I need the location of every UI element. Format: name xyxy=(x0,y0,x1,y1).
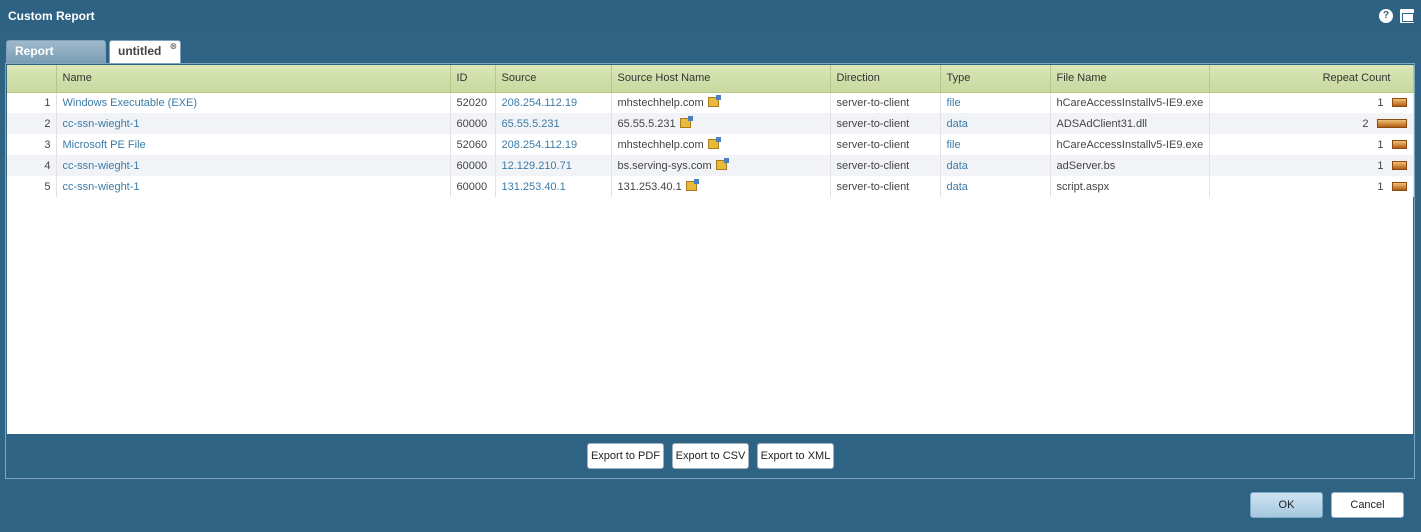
report-grid: Name ID Source Source Host Name Directio… xyxy=(7,65,1414,434)
source-host-text: mhstechhelp.com xyxy=(617,96,704,109)
cell-source-host: bs.serving-sys.com xyxy=(611,155,831,176)
repeat-count-bar xyxy=(1391,161,1407,171)
cell-file-name: hCareAccessInstallv5-IE9.exe xyxy=(1050,134,1210,155)
repeat-count-value: 1 xyxy=(1377,96,1384,109)
cell-repeat-count: 2 xyxy=(1209,113,1414,134)
cancel-button[interactable]: Cancel xyxy=(1331,492,1404,518)
repeat-count-value: 1 xyxy=(1377,138,1384,151)
cell-file-name: hCareAccessInstallv5-IE9.exe xyxy=(1050,92,1210,113)
help-icon[interactable]: ? xyxy=(1379,9,1393,23)
window-title: Custom Report xyxy=(8,9,95,23)
report-panel: Name ID Source Source Host Name Directio… xyxy=(5,63,1415,479)
table-body: 1 Windows Executable (EXE) 52020 208.254… xyxy=(7,92,1414,197)
ok-button[interactable]: OK xyxy=(1250,492,1323,518)
cell-type[interactable]: data xyxy=(940,155,1051,176)
repeat-count-bar xyxy=(1376,119,1407,129)
table-row[interactable]: 1 Windows Executable (EXE) 52020 208.254… xyxy=(7,92,1414,113)
external-link-icon[interactable] xyxy=(715,157,729,170)
cell-source-host: 131.253.40.1 xyxy=(611,176,831,197)
repeat-count-value: 2 xyxy=(1362,117,1369,130)
cell-type[interactable]: file xyxy=(940,134,1051,155)
export-xml-button[interactable]: Export to XML xyxy=(757,443,834,469)
cell-name[interactable]: cc-ssn-wieght-1 xyxy=(56,113,451,134)
cell-id: 60000 xyxy=(450,176,496,197)
cell-id: 52060 xyxy=(450,134,496,155)
table-row[interactable]: 2 cc-ssn-wieght-1 60000 65.55.5.231 65.5… xyxy=(7,113,1414,134)
column-header-id[interactable]: ID xyxy=(450,65,496,93)
cell-source[interactable]: 131.253.40.1 xyxy=(495,176,612,197)
column-header-num[interactable] xyxy=(7,65,57,93)
cell-direction: server-to-client xyxy=(830,113,941,134)
external-link-icon[interactable] xyxy=(707,94,721,107)
cell-repeat-count: 1 xyxy=(1209,134,1414,155)
cell-source-host: 65.55.5.231 xyxy=(611,113,831,134)
cell-file-name: script.aspx xyxy=(1050,176,1210,197)
cell-id: 52020 xyxy=(450,92,496,113)
column-header-repeat-count[interactable]: Repeat Count xyxy=(1209,65,1414,93)
source-host-text: 131.253.40.1 xyxy=(617,180,682,193)
cell-name[interactable]: cc-ssn-wieght-1 xyxy=(56,155,451,176)
external-link-icon[interactable] xyxy=(679,115,693,128)
title-bar: Custom Report ? xyxy=(0,0,1421,32)
source-host-text: 65.55.5.231 xyxy=(617,117,676,130)
cell-direction: server-to-client xyxy=(830,155,941,176)
export-csv-button[interactable]: Export to CSV xyxy=(672,443,749,469)
repeat-count-bar xyxy=(1391,140,1407,150)
cell-num: 1 xyxy=(7,92,57,113)
column-header-file-name[interactable]: File Name xyxy=(1050,65,1210,93)
maximize-icon[interactable] xyxy=(1400,9,1414,23)
table-row[interactable]: 4 cc-ssn-wieght-1 60000 12.129.210.71 bs… xyxy=(7,155,1414,176)
repeat-count-bar xyxy=(1391,98,1407,108)
source-host-text: bs.serving-sys.com xyxy=(617,159,712,172)
cell-direction: server-to-client xyxy=(830,134,941,155)
column-header-direction[interactable]: Direction xyxy=(830,65,941,93)
cell-direction: server-to-client xyxy=(830,92,941,113)
source-host-text: mhstechhelp.com xyxy=(617,138,704,151)
repeat-count-value: 1 xyxy=(1377,180,1384,193)
cell-repeat-count: 1 xyxy=(1209,176,1414,197)
cell-num: 5 xyxy=(7,176,57,197)
tab-untitled[interactable]: untitled ⊗ xyxy=(109,40,181,63)
cell-repeat-count: 1 xyxy=(1209,155,1414,176)
cell-name[interactable]: Microsoft PE File xyxy=(56,134,451,155)
repeat-count-bar xyxy=(1391,182,1407,192)
cell-type[interactable]: data xyxy=(940,176,1051,197)
cell-source[interactable]: 12.129.210.71 xyxy=(495,155,612,176)
cell-type[interactable]: file xyxy=(940,92,1051,113)
external-link-icon[interactable] xyxy=(707,136,721,149)
cell-num: 4 xyxy=(7,155,57,176)
column-header-type[interactable]: Type xyxy=(940,65,1051,93)
cell-source[interactable]: 208.254.112.19 xyxy=(495,134,612,155)
cell-id: 60000 xyxy=(450,155,496,176)
tab-label: untitled xyxy=(118,44,162,58)
repeat-count-value: 1 xyxy=(1377,159,1384,172)
cell-name[interactable]: cc-ssn-wieght-1 xyxy=(56,176,451,197)
cell-repeat-count: 1 xyxy=(1209,92,1414,113)
close-icon[interactable]: ⊗ xyxy=(169,41,177,52)
table-header-row: Name ID Source Source Host Name Directio… xyxy=(7,65,1414,93)
export-pdf-button[interactable]: Export to PDF xyxy=(587,443,664,469)
cell-type[interactable]: data xyxy=(940,113,1051,134)
tab-report-setting[interactable]: Report Setting xyxy=(6,40,106,78)
cell-id: 60000 xyxy=(450,113,496,134)
column-header-name[interactable]: Name xyxy=(56,65,451,93)
cell-num: 3 xyxy=(7,134,57,155)
cell-file-name: adServer.bs xyxy=(1050,155,1210,176)
external-link-icon[interactable] xyxy=(685,178,699,191)
report-table: Name ID Source Source Host Name Directio… xyxy=(7,65,1414,197)
table-row[interactable]: 5 cc-ssn-wieght-1 60000 131.253.40.1 131… xyxy=(7,176,1414,197)
column-header-source-host[interactable]: Source Host Name xyxy=(611,65,831,93)
column-header-source[interactable]: Source xyxy=(495,65,612,93)
cell-source-host: mhstechhelp.com xyxy=(611,92,831,113)
table-row[interactable]: 3 Microsoft PE File 52060 208.254.112.19… xyxy=(7,134,1414,155)
cell-source-host: mhstechhelp.com xyxy=(611,134,831,155)
cell-name[interactable]: Windows Executable (EXE) xyxy=(56,92,451,113)
cell-direction: server-to-client xyxy=(830,176,941,197)
cell-file-name: ADSAdClient31.dll xyxy=(1050,113,1210,134)
cell-source[interactable]: 208.254.112.19 xyxy=(495,92,612,113)
cell-num: 2 xyxy=(7,113,57,134)
cell-source[interactable]: 65.55.5.231 xyxy=(495,113,612,134)
